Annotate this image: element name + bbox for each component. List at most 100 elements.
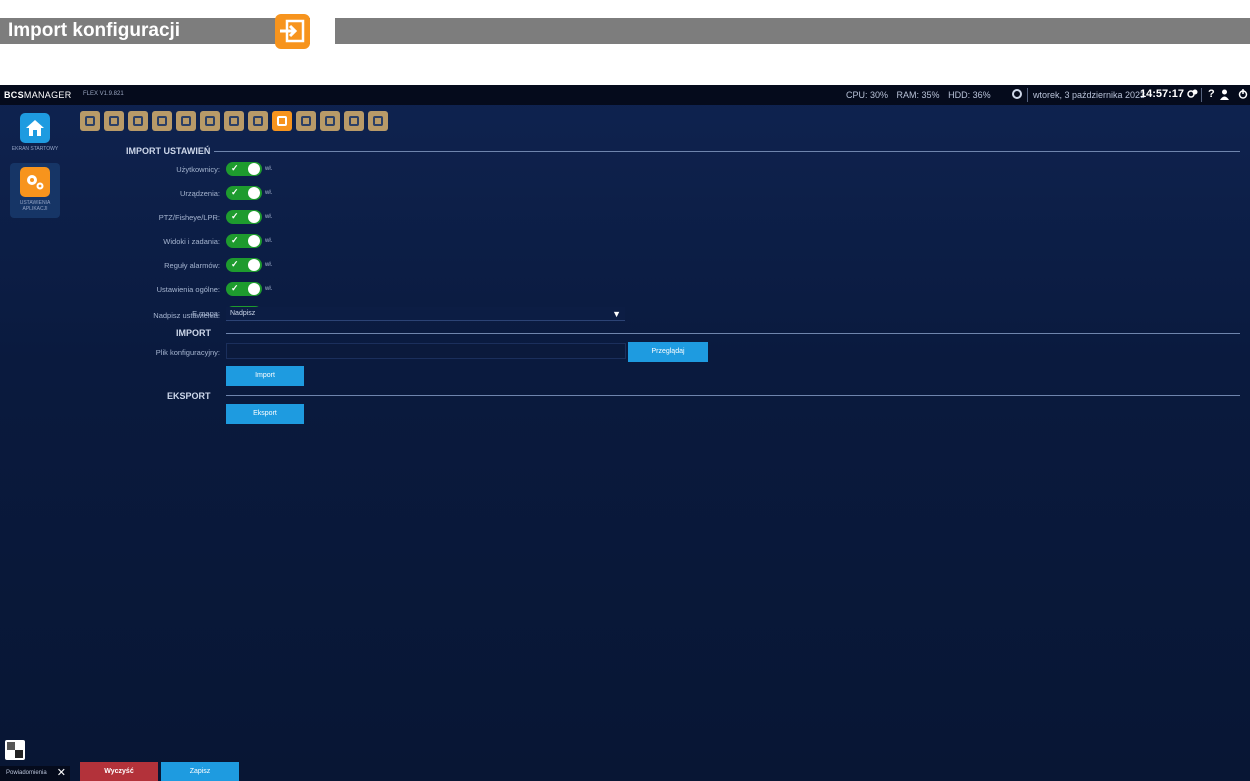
status-divider: [1027, 88, 1028, 102]
settings-toolbar: [80, 111, 388, 133]
system-stats: CPU: 30% RAM: 35% HDD: 36%: [846, 90, 997, 100]
import-icon-glyph: [277, 116, 287, 126]
save-button[interactable]: Zapisz: [161, 762, 239, 781]
check-icon: ✓: [231, 259, 239, 269]
setting-label: Ustawienia ogólne:: [156, 285, 220, 294]
import-button[interactable]: Import: [226, 366, 304, 386]
import-icon[interactable]: [272, 111, 292, 131]
chart-icon[interactable]: [152, 111, 172, 131]
car-icon-glyph: [229, 116, 239, 126]
clear-button[interactable]: Wyczyść: [80, 762, 158, 781]
check-icon: ✓: [231, 211, 239, 221]
layout-icon[interactable]: [5, 740, 25, 760]
hdd-usage: HDD: 36%: [948, 90, 991, 100]
tools-icon-glyph: [253, 116, 263, 126]
window-icon[interactable]: [80, 111, 100, 131]
camera-icon-glyph: [133, 116, 143, 126]
film-icon-glyph: [109, 116, 119, 126]
keyboard-icon-glyph: [181, 116, 191, 126]
section-divider: [226, 333, 1240, 334]
banner-bar-right: [335, 18, 1250, 44]
setting-toggle[interactable]: ✓: [226, 234, 262, 248]
app-logo: BCSMANAGER: [4, 90, 72, 100]
browse-button[interactable]: Przeglądaj: [628, 342, 708, 362]
toggle-state-text: wł.: [265, 286, 273, 292]
tools-icon[interactable]: [248, 111, 268, 131]
check-icon: ✓: [231, 163, 239, 173]
setting-label: Urządzenia:: [179, 189, 220, 198]
toggle-state-text: wł.: [265, 262, 273, 268]
check-icon: ✓: [231, 187, 239, 197]
sidebar-item-label: USTAWIENIA APLIKACJI: [19, 200, 51, 212]
setting-label: Reguły alarmów:: [164, 261, 220, 270]
car-icon[interactable]: [224, 111, 244, 131]
network-icon[interactable]: [320, 111, 340, 131]
ptz-icon-glyph: [205, 116, 215, 126]
file-label: Plik konfiguracyjny:: [155, 348, 220, 357]
section-divider: [226, 395, 1240, 396]
setting-label: PTZ/Fisheye/LPR:: [158, 213, 220, 222]
setting-toggle[interactable]: ✓: [226, 282, 262, 296]
toggle-knob: [248, 235, 260, 247]
import-icon: [275, 14, 310, 49]
clock-icon[interactable]: [1012, 89, 1022, 99]
status-divider-2: [1201, 88, 1202, 102]
house-icon[interactable]: [344, 111, 364, 131]
setting-toggle[interactable]: ✓: [226, 162, 262, 176]
config-file-input[interactable]: [226, 343, 626, 359]
film-icon[interactable]: [104, 111, 124, 131]
sidebar-item-home[interactable]: EKRAN STARTOWY: [10, 113, 60, 152]
toggle-state-text: wł.: [265, 166, 273, 172]
network-status-icon[interactable]: [1187, 88, 1198, 102]
check-icon: ✓: [231, 235, 239, 245]
cpu-usage: CPU: 30%: [846, 90, 889, 100]
house-icon-glyph: [349, 116, 359, 126]
dropdown-arrow-icon: ▼: [612, 309, 621, 319]
export-button[interactable]: Eksport: [226, 404, 304, 424]
chart-icon-glyph: [157, 116, 167, 126]
status-bar: BCSMANAGER FLEX V1.9.821 CPU: 30% RAM: 3…: [0, 85, 1250, 105]
current-time: 14:57:17: [1140, 88, 1185, 100]
ram-usage: RAM: 35%: [896, 90, 940, 100]
app-version: FLEX V1.9.821: [83, 91, 124, 97]
banner-gap: [310, 18, 335, 44]
close-icon[interactable]: ✕: [57, 766, 66, 779]
toggle-state-text: wł.: [265, 214, 273, 220]
section-export-title: EKSPORT: [167, 391, 211, 401]
camera-icon[interactable]: [128, 111, 148, 131]
toggle-state-text: wł.: [265, 238, 273, 244]
user-icon[interactable]: [1220, 89, 1229, 103]
toggle-state-text: wł.: [265, 190, 273, 196]
toggle-knob: [248, 259, 260, 271]
banner-title: Import konfiguracji: [8, 20, 181, 41]
power-icon[interactable]: [1238, 89, 1248, 102]
notifications-bar[interactable]: Powiadomienia ✕: [0, 766, 70, 781]
toggle-knob: [248, 211, 260, 223]
mail-icon-glyph: [301, 116, 311, 126]
toggle-knob: [248, 163, 260, 175]
section-import-title: IMPORT: [176, 328, 211, 338]
setting-toggle[interactable]: ✓: [226, 186, 262, 200]
app-window: BCSMANAGER FLEX V1.9.821 CPU: 30% RAM: 3…: [0, 85, 1250, 781]
overwrite-label: Nadpisz ustawienia:: [153, 311, 220, 320]
section-divider: [214, 151, 1240, 152]
keyboard-icon[interactable]: [176, 111, 196, 131]
check-icon: ✓: [231, 283, 239, 293]
setting-toggle[interactable]: ✓: [226, 210, 262, 224]
setting-toggle[interactable]: ✓: [226, 258, 262, 272]
gears-icon: [20, 167, 50, 197]
page-banner: Import konfiguracji: [0, 0, 1250, 63]
current-date: wtorek, 3 października 2023: [1033, 90, 1146, 100]
cloud-icon[interactable]: [368, 111, 388, 131]
setting-label: Widoki i zadania:: [163, 237, 220, 246]
ptz-icon[interactable]: [200, 111, 220, 131]
sidebar-item-label: EKRAN STARTOWY: [11, 146, 59, 152]
toggle-knob: [248, 283, 260, 295]
notifications-label: Powiadomienia: [6, 770, 47, 776]
overwrite-select[interactable]: Nadpisz ▼: [226, 307, 625, 321]
mail-icon[interactable]: [296, 111, 316, 131]
help-icon[interactable]: ?: [1208, 88, 1215, 100]
setting-label: Użytkownicy:: [176, 165, 220, 174]
network-icon-glyph: [325, 116, 335, 126]
overwrite-select-value: Nadpisz: [230, 310, 256, 317]
